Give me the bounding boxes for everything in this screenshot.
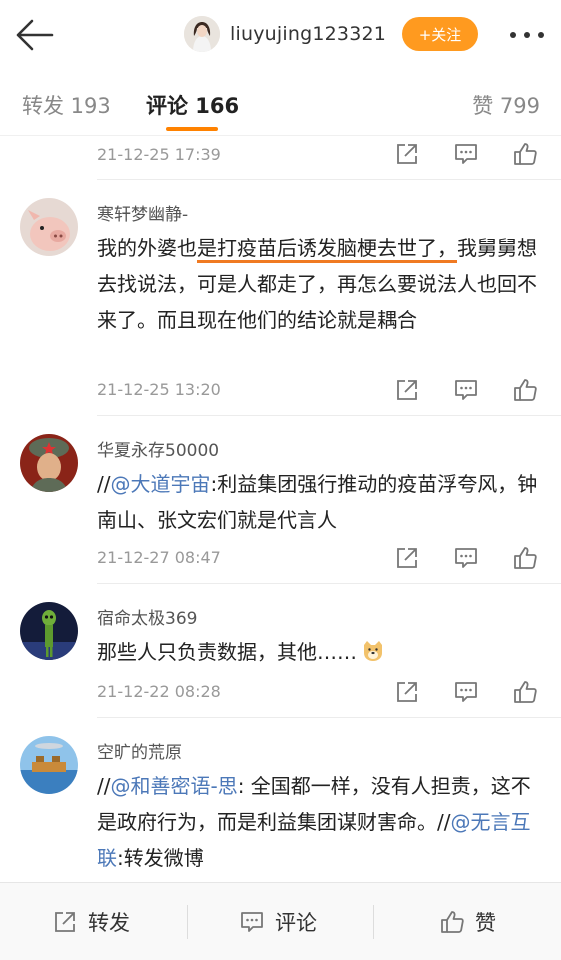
tab-bar: 转发 193 评论 166 赞 799	[0, 68, 561, 136]
more-icon[interactable]	[507, 25, 547, 45]
commenter-avatar[interactable]	[20, 602, 78, 660]
like-icon[interactable]	[512, 377, 538, 403]
commenter-name[interactable]: 宿命太极369	[97, 604, 197, 629]
commenter-name[interactable]: 寒轩梦幽静-	[97, 200, 188, 225]
tab-like[interactable]: 赞 799	[472, 90, 540, 120]
highlighted-text: 是打疫苗后诱发脑梗去世了，	[197, 236, 457, 263]
mention-link[interactable]: @大道宇宙	[110, 472, 210, 496]
follow-button[interactable]: +关注	[402, 17, 478, 51]
tab-repost[interactable]: 转发 193	[22, 90, 111, 120]
comment-icon[interactable]	[453, 545, 479, 571]
comment-time: 21-12-25 13:20	[97, 380, 221, 399]
comment-item: 寒轩梦幽静- 我的外婆也是打疫苗后诱发脑梗去世了，我舅舅想去找说法，可是人都走了…	[0, 180, 561, 416]
comment-label: 评论	[275, 911, 317, 935]
commenter-avatar[interactable]	[20, 198, 78, 256]
comment-text-part: 我的外婆也	[97, 236, 197, 260]
comment-text: 那些人只负责数据，其他……	[97, 634, 547, 674]
comment-icon[interactable]	[453, 679, 479, 705]
divider	[187, 905, 188, 939]
comment-time: 21-12-27 08:47	[97, 548, 221, 567]
comment-text-part: //	[97, 472, 111, 496]
comment-button[interactable]: 评论	[239, 907, 317, 937]
active-tab-indicator	[166, 127, 218, 131]
commenter-avatar[interactable]	[20, 434, 78, 492]
comment-icon	[239, 909, 265, 935]
like-label: 赞	[475, 911, 496, 935]
comment-time: 21-12-25 17:39	[97, 145, 221, 164]
comment-text-part: 那些人只负责数据，其他……	[97, 640, 357, 664]
mention-link[interactable]: @和善密语-思	[110, 774, 237, 798]
comment-text-part: :转发微博	[117, 846, 204, 870]
comment-item: 21-12-25 17:39	[0, 136, 561, 180]
repost-label: 转发	[88, 911, 130, 935]
comment-item: 宿命太极369 那些人只负责数据，其他…… 21-12-22 08:28	[0, 584, 561, 718]
back-arrow-icon[interactable]	[14, 17, 54, 53]
user-avatar[interactable]	[184, 16, 220, 52]
comment-time: 21-12-22 08:28	[97, 682, 221, 701]
commenter-name[interactable]: 华夏永存50000	[97, 436, 219, 461]
comment-item: 华夏永存50000 //@大道宇宙:利益集团强行推动的疫苗浮夸风，钟南山、张文宏…	[0, 416, 561, 584]
like-icon[interactable]	[512, 679, 538, 705]
comment-text: 我的外婆也是打疫苗后诱发脑梗去世了，我舅舅想去找说法，可是人都走了，再怎么要说法…	[97, 230, 547, 338]
share-icon[interactable]	[394, 141, 420, 167]
comment-icon[interactable]	[453, 377, 479, 403]
share-icon[interactable]	[394, 377, 420, 403]
like-icon[interactable]	[512, 141, 538, 167]
comment-text: //@和善密语-思: 全国都一样，没有人担责，这不是政府行为，而是利益集团谋财害…	[97, 768, 547, 876]
doge-emoji-icon	[361, 638, 385, 674]
like-icon[interactable]	[512, 545, 538, 571]
like-icon	[439, 909, 465, 935]
comment-text-part: //	[97, 774, 111, 798]
comment-text: //@大道宇宙:利益集团强行推动的疫苗浮夸风，钟南山、张文宏们就是代言人	[97, 466, 547, 538]
username[interactable]: liuyujing123321	[230, 23, 386, 45]
commenter-name[interactable]: 空旷的荒原	[97, 738, 182, 763]
share-icon[interactable]	[394, 679, 420, 705]
commenter-avatar[interactable]	[20, 736, 78, 794]
comment-icon[interactable]	[453, 141, 479, 167]
tab-comment[interactable]: 评论 166	[146, 90, 239, 120]
like-button[interactable]: 赞	[439, 907, 496, 937]
bottom-action-bar: 转发 评论 赞	[0, 882, 561, 960]
comment-item: 空旷的荒原 //@和善密语-思: 全国都一样，没有人担责，这不是政府行为，而是利…	[0, 718, 561, 882]
top-bar: liuyujing123321 +关注	[0, 0, 561, 68]
divider	[373, 905, 374, 939]
user-chip[interactable]: liuyujing123321	[184, 14, 386, 54]
repost-button[interactable]: 转发	[52, 907, 130, 937]
share-icon	[52, 909, 78, 935]
share-icon[interactable]	[394, 545, 420, 571]
